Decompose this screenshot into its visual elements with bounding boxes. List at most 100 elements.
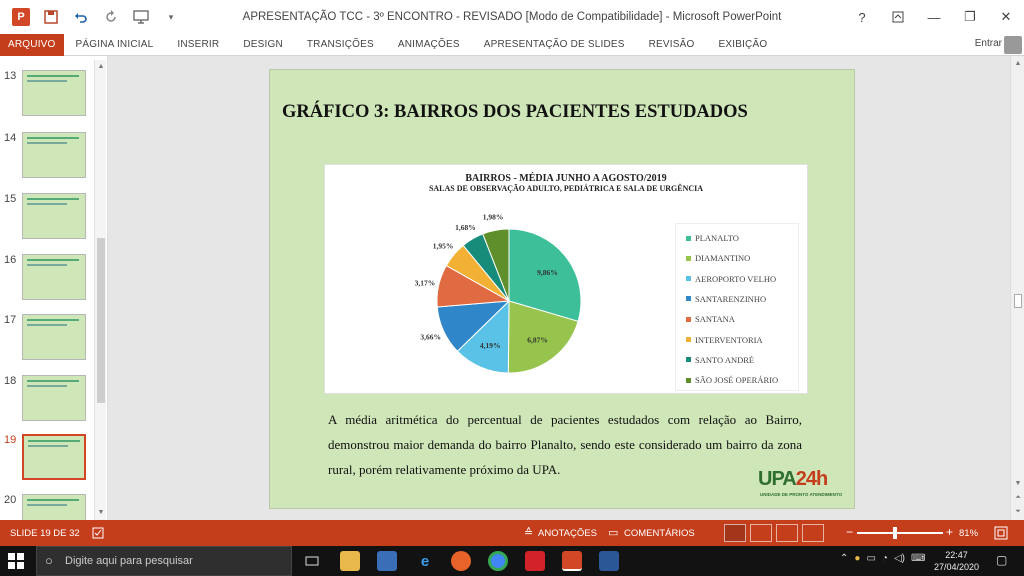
edge-icon[interactable]: e bbox=[415, 551, 435, 571]
thumbnail-image bbox=[22, 375, 86, 421]
tab-arquivo[interactable]: ARQUIVO bbox=[0, 33, 64, 56]
slide-thumbnail[interactable]: 14 bbox=[4, 132, 94, 188]
next-slide-icon[interactable]: ⏷ bbox=[1013, 506, 1023, 518]
zoom-out-icon[interactable]: − bbox=[846, 525, 853, 539]
slide-sorter-button[interactable] bbox=[750, 524, 772, 542]
slide-body-text[interactable]: A média aritmética do percentual de paci… bbox=[328, 407, 802, 482]
legend-item: INTERVENTORIA bbox=[686, 335, 763, 345]
spellcheck-icon[interactable] bbox=[92, 527, 104, 539]
view-buttons bbox=[724, 524, 824, 542]
normal-view-button[interactable] bbox=[724, 524, 746, 542]
battery-icon[interactable]: ▭ bbox=[866, 553, 875, 564]
chrome-icon[interactable] bbox=[488, 551, 508, 571]
slide-thumbnail[interactable]: 16 bbox=[4, 254, 94, 310]
thumbnail-image bbox=[22, 132, 86, 178]
slide-thumbnail[interactable]: 20 bbox=[4, 494, 94, 520]
scroll-up-icon[interactable]: ▲ bbox=[96, 62, 106, 72]
pie-data-label: 1,98% bbox=[483, 212, 504, 221]
zoom-slider-thumb[interactable] bbox=[893, 527, 897, 539]
legend-label: AEROPORTO VELHO bbox=[695, 273, 777, 284]
windows-start-icon[interactable] bbox=[6, 551, 26, 571]
scroll-down-icon[interactable]: ▼ bbox=[1013, 478, 1023, 490]
slide-title[interactable]: GRÁFICO 3: BAIRROS DOS PACIENTES ESTUDAD… bbox=[282, 102, 748, 123]
legend-label: PLANALTO bbox=[695, 233, 739, 243]
legend-item: SANTARENZINHO bbox=[686, 294, 766, 304]
pie-chart[interactable]: BAIRROS - MÉDIA JUNHO A AGOSTO/2019 SALA… bbox=[324, 164, 808, 394]
scrollbar-thumb[interactable] bbox=[1014, 294, 1022, 308]
legend-item: SANTANA bbox=[686, 314, 735, 324]
restore-button[interactable]: ❐ bbox=[952, 0, 988, 34]
scrollbar-thumb[interactable] bbox=[97, 238, 105, 403]
undo-icon[interactable] bbox=[66, 5, 96, 29]
legend-label: INTERVENTORIA bbox=[695, 334, 763, 345]
slide-number: 13 bbox=[4, 70, 17, 82]
slideshow-button[interactable] bbox=[802, 524, 824, 542]
save-icon[interactable] bbox=[36, 5, 66, 29]
pie-data-label: 9,86% bbox=[537, 268, 558, 277]
slide-thumbnail-active[interactable]: 19 bbox=[4, 434, 94, 490]
acrobat-icon[interactable] bbox=[525, 551, 545, 571]
firefox-icon[interactable] bbox=[451, 551, 471, 571]
thumbnail-image bbox=[22, 193, 86, 239]
tab-apresentacao[interactable]: APRESENTAÇÃO DE SLIDES bbox=[472, 34, 637, 56]
tray-app-icon[interactable]: ● bbox=[854, 553, 860, 564]
slide-thumbnail[interactable]: 13 bbox=[4, 70, 94, 126]
logo-text: UPA bbox=[758, 468, 797, 490]
slide-canvas[interactable]: GRÁFICO 3: BAIRROS DOS PACIENTES ESTUDAD… bbox=[269, 69, 855, 509]
language-icon[interactable]: ⌨ bbox=[911, 553, 925, 564]
slide-thumbnail[interactable]: 17 bbox=[4, 314, 94, 370]
scroll-up-icon[interactable]: ▲ bbox=[1013, 58, 1023, 70]
powerpoint-taskbar-icon[interactable] bbox=[562, 551, 582, 571]
tab-design[interactable]: DESIGN bbox=[231, 34, 295, 56]
legend-swatch bbox=[686, 316, 691, 322]
thumbnails-scrollbar[interactable]: ▲ ▼ bbox=[94, 60, 106, 520]
tab-transicoes[interactable]: TRANSIÇÕES bbox=[295, 34, 386, 56]
pie-data-label: 4,19% bbox=[480, 341, 501, 350]
comments-button[interactable]: COMENTÁRIOS bbox=[624, 528, 695, 539]
legend-swatch bbox=[686, 377, 691, 383]
tab-pagina-inicial[interactable]: PÁGINA INICIAL bbox=[64, 34, 166, 56]
start-slideshow-icon[interactable] bbox=[126, 5, 156, 29]
customize-toolbar-icon[interactable]: ▾ bbox=[156, 5, 186, 29]
volume-icon[interactable]: ◁) bbox=[894, 553, 905, 564]
tab-exibicao[interactable]: EXIBIÇÃO bbox=[706, 34, 779, 56]
fit-slide-icon[interactable] bbox=[994, 526, 1008, 540]
system-clock[interactable]: 22:47 27/04/2020 bbox=[934, 549, 979, 573]
notes-icon[interactable]: ≙ bbox=[524, 526, 533, 539]
comments-icon[interactable]: ▭ bbox=[608, 526, 618, 539]
editor-scrollbar[interactable]: ▲ ▼ ⏶ ⏷ bbox=[1010, 56, 1024, 520]
reading-view-button[interactable] bbox=[776, 524, 798, 542]
zoom-level[interactable]: 81% bbox=[959, 528, 978, 539]
taskbar-search[interactable]: ○ Digite aqui para pesquisar bbox=[36, 546, 292, 576]
signin-link[interactable]: Entrar bbox=[975, 38, 1002, 49]
slide-thumbnail[interactable]: 18 bbox=[4, 375, 94, 431]
wifi-icon[interactable]: ◔ bbox=[882, 553, 888, 564]
app-icon[interactable]: P bbox=[6, 5, 36, 29]
slide-number: 16 bbox=[4, 254, 17, 266]
ribbon-display-options-icon[interactable] bbox=[880, 0, 916, 34]
word-icon[interactable] bbox=[599, 551, 619, 571]
scroll-down-icon[interactable]: ▼ bbox=[96, 508, 106, 518]
help-button[interactable]: ? bbox=[844, 0, 880, 34]
legend-item: SANTO ANDRÉ bbox=[686, 355, 754, 365]
redo-icon[interactable] bbox=[96, 5, 126, 29]
tab-revisao[interactable]: REVISÃO bbox=[637, 34, 707, 56]
legend-item: SÃO JOSÉ OPERÁRIO bbox=[686, 375, 778, 385]
tab-inserir[interactable]: INSERIR bbox=[165, 34, 231, 56]
task-view-icon[interactable] bbox=[302, 551, 322, 571]
minimize-button[interactable]: — bbox=[916, 0, 952, 34]
system-tray: ⌃ ● ▭ ◔ ◁) ⌨ bbox=[840, 553, 925, 564]
tab-animacoes[interactable]: ANIMAÇÕES bbox=[386, 34, 472, 56]
zoom-in-icon[interactable]: + bbox=[946, 525, 953, 539]
slide-thumbnail[interactable]: 15 bbox=[4, 193, 94, 249]
zoom-slider[interactable] bbox=[857, 532, 943, 534]
store-icon[interactable] bbox=[377, 551, 397, 571]
previous-slide-icon[interactable]: ⏶ bbox=[1013, 492, 1023, 504]
file-explorer-icon[interactable] bbox=[340, 551, 360, 571]
notes-button[interactable]: ANOTAÇÕES bbox=[538, 528, 597, 539]
tray-chevron-icon[interactable]: ⌃ bbox=[840, 553, 848, 564]
notifications-icon[interactable]: ▢ bbox=[996, 553, 1007, 567]
close-button[interactable]: ✕ bbox=[988, 0, 1024, 34]
avatar[interactable] bbox=[1004, 36, 1022, 54]
pie-data-label: 1,68% bbox=[455, 223, 476, 232]
